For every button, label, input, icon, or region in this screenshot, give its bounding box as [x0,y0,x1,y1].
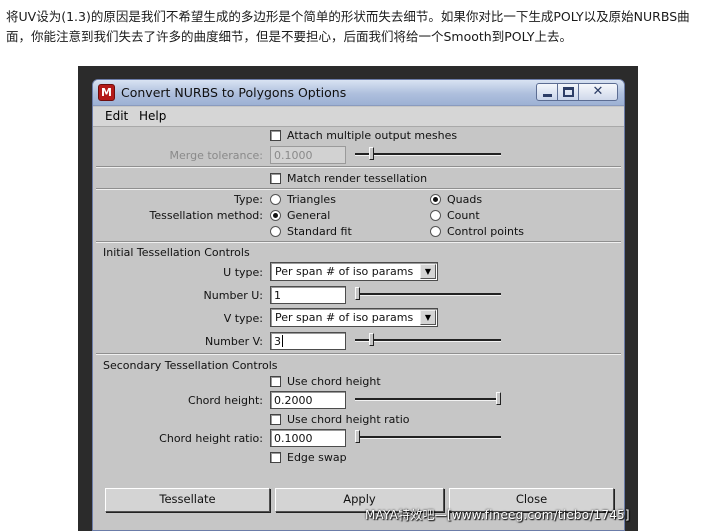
chord-ratio-slider-thumb[interactable] [355,430,360,443]
method-standard-fit-label: Standard fit [287,225,352,238]
use-chord-height-checkbox[interactable] [270,376,281,387]
method-count-label: Count [447,209,480,222]
merge-tolerance-slider[interactable] [355,153,501,156]
window-controls: ✕ [536,83,618,102]
use-chord-ratio-label: Use chord height ratio [287,413,410,426]
chord-height-slider[interactable] [355,398,501,401]
chord-ratio-label: Chord height ratio: [159,432,263,445]
attach-multiple-label: Attach multiple output meshes [287,129,458,142]
method-general-radio[interactable] [270,210,281,221]
method-control-points-label: Control points [447,225,525,238]
merge-tolerance-label: Merge tolerance: [169,149,263,162]
number-v-label: Number V: [204,335,263,348]
minimize-button[interactable] [536,83,558,101]
close-icon: ✕ [592,84,604,99]
tessellation-method-label: Tessellation method: [149,209,263,222]
type-label: Type: [234,193,263,206]
number-u-label: Number U: [203,289,263,302]
minimize-icon [543,94,552,97]
u-type-label: U type: [223,266,263,279]
maximize-button[interactable] [557,83,579,101]
tessellate-button[interactable]: Tessellate [105,488,270,512]
window-title: Convert NURBS to Polygons Options [121,85,347,100]
article-intro-text: 将UV设为(1.3)的原因是我们不希望生成的多边形是个简单的形状而失去细节。如果… [6,9,690,44]
chord-height-slider-thumb[interactable] [496,392,501,405]
separator [96,241,621,243]
merge-tolerance-slider-thumb[interactable] [369,147,375,160]
merge-tolerance-field[interactable]: 0.1000 [270,146,346,164]
options-dialog: M Convert NURBS to Polygons Options ✕ Ed… [92,79,625,531]
menu-edit[interactable]: Edit [105,109,128,123]
number-v-value: 3 [274,335,281,348]
chord-height-label: Chord height: [188,394,263,407]
chord-ratio-field[interactable]: 0.1000 [270,429,346,447]
use-chord-ratio-checkbox[interactable] [270,414,281,425]
chevron-down-icon: ▼ [420,264,436,279]
use-chord-height-label: Use chord height [287,375,381,388]
separator [96,353,621,355]
title-bar[interactable]: M Convert NURBS to Polygons Options ✕ [93,80,624,106]
method-count-radio[interactable] [430,210,441,221]
number-v-slider-thumb[interactable] [369,333,375,346]
chevron-down-icon: ▼ [420,310,436,325]
menu-help[interactable]: Help [139,109,166,123]
chord-ratio-slider[interactable] [355,436,501,439]
type-quads-radio[interactable] [430,194,441,205]
number-u-slider[interactable] [355,293,501,296]
number-v-field[interactable]: 3 [270,332,346,350]
type-triangles-radio[interactable] [270,194,281,205]
attach-multiple-checkbox[interactable] [270,130,281,141]
v-type-label: V type: [223,312,263,325]
edge-swap-label: Edge swap [287,451,347,464]
text-caret [282,335,283,347]
number-v-slider[interactable] [355,339,501,342]
initial-controls-title: Initial Tessellation Controls [103,246,250,259]
method-control-points-radio[interactable] [430,226,441,237]
secondary-controls-title: Secondary Tessellation Controls [103,359,278,372]
close-window-button[interactable]: ✕ [578,83,618,101]
menu-bar: Edit Help [93,107,624,127]
watermark: MAYA特效吧—[www.fineeg.com/tiebo/1745] [365,508,630,522]
method-general-label: General [287,209,331,222]
number-u-slider-thumb[interactable] [355,287,360,300]
u-type-select[interactable]: Per span # of iso params ▼ [270,262,438,281]
maximize-icon [563,87,574,97]
chord-height-field[interactable]: 0.2000 [270,391,346,409]
edge-swap-checkbox[interactable] [270,452,281,463]
type-quads-label: Quads [447,193,483,206]
separator [96,166,621,168]
match-render-label: Match render tessellation [287,172,428,185]
number-u-field[interactable]: 1 [270,286,346,304]
separator [96,188,621,190]
match-render-checkbox[interactable] [270,173,281,184]
method-standard-fit-radio[interactable] [270,226,281,237]
type-triangles-label: Triangles [287,193,336,206]
v-type-value: Per span # of iso params [275,311,414,324]
maya-icon: M [98,84,115,101]
v-type-select[interactable]: Per span # of iso params ▼ [270,308,438,327]
u-type-value: Per span # of iso params [275,265,414,278]
